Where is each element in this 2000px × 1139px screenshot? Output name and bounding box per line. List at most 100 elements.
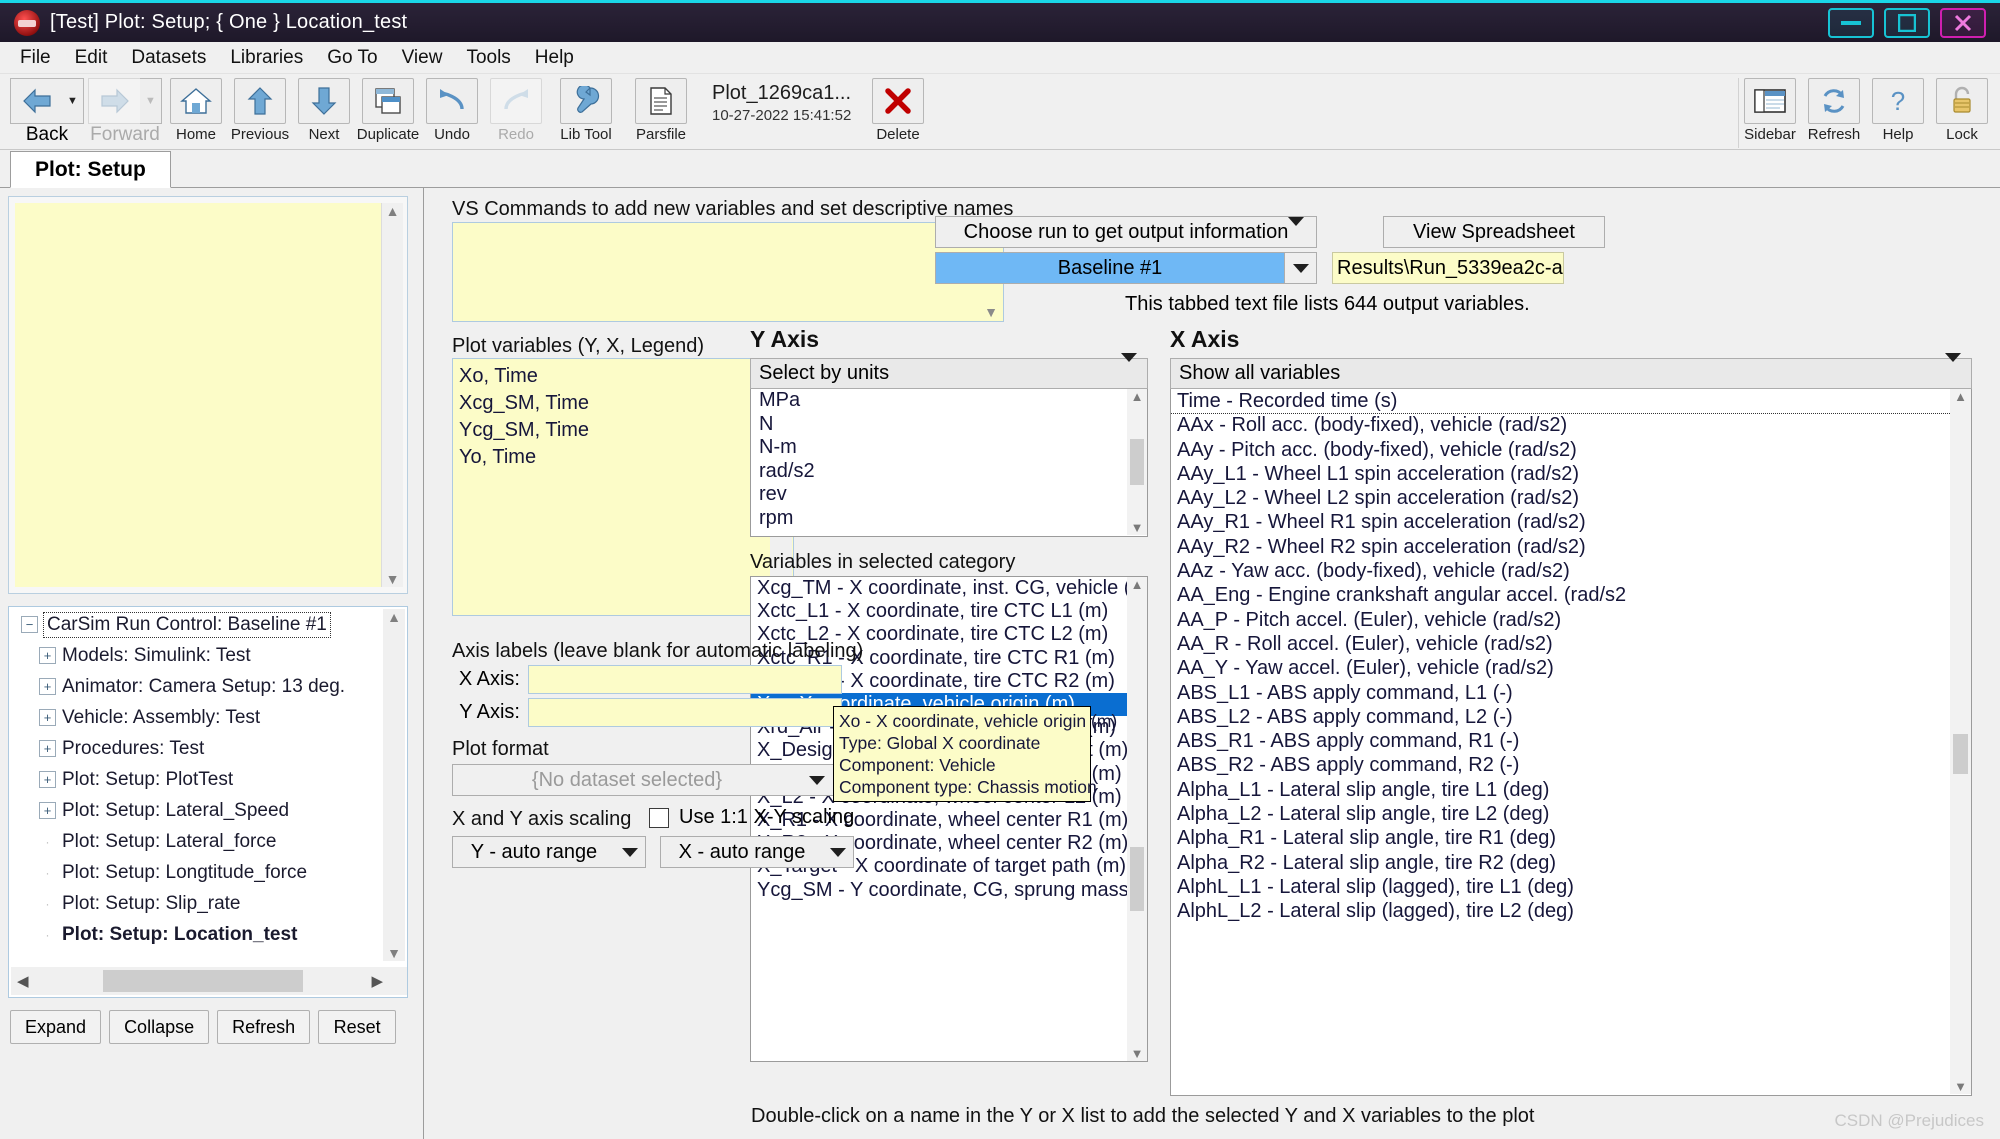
list-item[interactable]: Yo, Time: [459, 444, 787, 471]
previous-button[interactable]: Previous: [230, 78, 290, 143]
menu-datasets[interactable]: Datasets: [119, 44, 218, 72]
scroll-down-icon[interactable]: ▼: [1954, 1079, 1967, 1094]
menu-edit[interactable]: Edit: [63, 44, 120, 72]
list-item[interactable]: Alpha_L2 - Lateral slip angle, tire L2 (…: [1171, 802, 1971, 826]
menu-help[interactable]: Help: [523, 44, 586, 72]
lib-tool-button[interactable]: Lib Tool: [550, 78, 622, 143]
list-item[interactable]: ABS_R2 - ABS apply command, R2 (-): [1171, 753, 1971, 777]
scroll-down-icon[interactable]: ▼: [984, 304, 998, 320]
scroll-thumb[interactable]: [1953, 733, 1968, 774]
list-item[interactable]: N-m: [751, 436, 1147, 460]
scroll-down-icon[interactable]: ▼: [387, 945, 401, 961]
x-variables-scrollbar[interactable]: ▲ ▼: [1950, 389, 1971, 1094]
list-item[interactable]: Xctc_L1 - X coordinate, tire CTC L1 (m): [751, 600, 1147, 623]
sidebar-notes-textarea[interactable]: [15, 203, 385, 587]
forward-dropdown-icon[interactable]: ▼: [140, 78, 162, 124]
sidebar-toggle-button[interactable]: Sidebar: [1740, 78, 1800, 143]
list-item[interactable]: AA_R - Roll accel. (Euler), vehicle (rad…: [1171, 632, 1971, 656]
menu-view[interactable]: View: [390, 44, 455, 72]
list-item[interactable]: AAy_L1 - Wheel L1 spin acceleration (rad…: [1171, 462, 1971, 486]
expand-plus-icon[interactable]: +: [39, 709, 56, 726]
y-units-scrollbar[interactable]: ▲ ▼: [1127, 389, 1147, 535]
chevron-down-icon[interactable]: [801, 775, 833, 785]
tree-item-run-control[interactable]: − CarSim Run Control: Baseline #1: [11, 609, 385, 640]
collapse-button[interactable]: Collapse: [109, 1010, 210, 1044]
menu-libraries[interactable]: Libraries: [218, 44, 315, 72]
list-item[interactable]: Ycg_SM, Time: [459, 417, 787, 444]
list-item[interactable]: AlphL_L1 - Lateral slip (lagged), tire L…: [1171, 875, 1971, 899]
list-item[interactable]: Alpha_L1 - Lateral slip angle, tire L1 (…: [1171, 778, 1971, 802]
list-item[interactable]: MPa: [751, 389, 1147, 413]
list-item[interactable]: AAz - Yaw acc. (body-fixed), vehicle (ra…: [1171, 559, 1971, 583]
scroll-up-icon[interactable]: ▲: [1954, 389, 1967, 404]
scroll-up-icon[interactable]: ▲: [387, 609, 401, 625]
chevron-down-icon[interactable]: [1284, 253, 1316, 283]
list-item[interactable]: Ycg_SM - Y coordinate, CG, sprung mass (…: [751, 879, 1147, 902]
expand-plus-icon[interactable]: +: [39, 771, 56, 788]
y-range-dropdown[interactable]: Y - auto range: [452, 836, 646, 868]
tree-item-procedures[interactable]: + Procedures: Test: [11, 733, 385, 764]
list-item[interactable]: AAx - Roll acc. (body-fixed), vehicle (r…: [1171, 413, 1971, 437]
forward-button[interactable]: [88, 78, 140, 124]
expand-plus-icon[interactable]: +: [39, 678, 56, 695]
chevron-down-icon[interactable]: [823, 847, 853, 857]
delete-button[interactable]: Delete: [868, 78, 928, 143]
run-select-combobox[interactable]: Baseline #1: [935, 252, 1317, 284]
vs-commands-textarea[interactable]: ▲ ▼: [452, 222, 1004, 322]
back-dropdown-icon[interactable]: ▼: [62, 78, 84, 124]
parsfile-button[interactable]: Parsfile: [626, 78, 696, 143]
list-item[interactable]: AA_P - Pitch accel. (Euler), vehicle (ra…: [1171, 608, 1971, 632]
sidebar-notes-scrollbar[interactable]: ▲ ▼: [381, 203, 403, 587]
list-item[interactable]: AlphL_L2 - Lateral slip (lagged), tire L…: [1171, 899, 1971, 923]
scroll-down-icon[interactable]: ▼: [1131, 520, 1144, 535]
collapse-minus-icon[interactable]: −: [21, 616, 38, 633]
plot-format-dropdown[interactable]: {No dataset selected}: [452, 764, 834, 796]
y-variables-scrollbar[interactable]: ▲ ▼: [1127, 577, 1147, 1061]
undo-button[interactable]: Undo: [422, 78, 482, 143]
list-item[interactable]: s: [751, 530, 1147, 536]
scroll-thumb[interactable]: [1130, 439, 1144, 485]
scroll-up-icon[interactable]: ▲: [1131, 577, 1144, 592]
close-button[interactable]: [1940, 8, 1986, 38]
expand-plus-icon[interactable]: +: [39, 802, 56, 819]
expand-plus-icon[interactable]: +: [39, 740, 56, 757]
y-axis-filter-dropdown[interactable]: Select by units: [750, 353, 1148, 389]
back-button[interactable]: [10, 78, 62, 124]
x-axis-filter-dropdown[interactable]: Show all variables: [1170, 353, 1972, 389]
help-button[interactable]: ? Help: [1868, 78, 1928, 143]
list-item[interactable]: AA_Eng - Engine crankshaft angular accel…: [1171, 583, 1971, 607]
list-item[interactable]: Alpha_R2 - Lateral slip angle, tire R2 (…: [1171, 851, 1971, 875]
list-item[interactable]: rad/s2: [751, 460, 1147, 484]
x-range-dropdown[interactable]: X - auto range: [660, 836, 854, 868]
list-item[interactable]: rpm: [751, 507, 1147, 531]
list-item[interactable]: ABS_L1 - ABS apply command, L1 (-): [1171, 681, 1971, 705]
list-item[interactable]: ABS_L2 - ABS apply command, L2 (-): [1171, 705, 1971, 729]
list-item[interactable]: ABS_R1 - ABS apply command, R1 (-): [1171, 729, 1971, 753]
list-item[interactable]: Alpha_R1 - Lateral slip angle, tire R1 (…: [1171, 826, 1971, 850]
next-button[interactable]: Next: [294, 78, 354, 143]
list-item[interactable]: N: [751, 413, 1147, 437]
scroll-thumb[interactable]: [103, 970, 303, 992]
choose-run-dropdown[interactable]: Choose run to get output information: [935, 216, 1317, 248]
minimize-button[interactable]: [1828, 8, 1874, 38]
tree-item-plot-lateral-force[interactable]: · Plot: Setup: Lateral_force: [11, 826, 385, 857]
list-item[interactable]: AAy_R1 - Wheel R1 spin acceleration (rad…: [1171, 510, 1971, 534]
menu-tools[interactable]: Tools: [454, 44, 522, 72]
tree-item-plot-slip-rate[interactable]: · Plot: Setup: Slip_rate: [11, 888, 385, 919]
view-spreadsheet-button[interactable]: View Spreadsheet: [1383, 216, 1605, 248]
x-axis-label-input[interactable]: [528, 665, 842, 694]
maximize-button[interactable]: [1884, 8, 1930, 38]
refresh-button[interactable]: Refresh: [1804, 78, 1864, 143]
list-item[interactable]: Xo, Time: [459, 363, 787, 390]
scroll-right-icon[interactable]: ▶: [365, 972, 407, 990]
y-axis-units-list[interactable]: MPa N N-m rad/s2 rev rpm s ▲ ▼: [750, 389, 1148, 537]
y-axis-label-input[interactable]: [528, 698, 842, 727]
list-item[interactable]: AAy_L2 - Wheel L2 spin acceleration (rad…: [1171, 486, 1971, 510]
tree-item-models[interactable]: + Models: Simulink: Test: [11, 640, 385, 671]
x-axis-variables-list[interactable]: Time - Recorded time (s) AAx - Roll acc.…: [1170, 389, 1972, 1096]
dataset-tree[interactable]: − CarSim Run Control: Baseline #1 + Mode…: [11, 609, 385, 961]
list-item[interactable]: rev: [751, 483, 1147, 507]
list-item[interactable]: AAy - Pitch acc. (body-fixed), vehicle (…: [1171, 438, 1971, 462]
xy-scaling-checkbox[interactable]: [649, 807, 669, 828]
list-item[interactable]: Xcg_TM - X coordinate, inst. CG, vehicle…: [751, 577, 1147, 600]
